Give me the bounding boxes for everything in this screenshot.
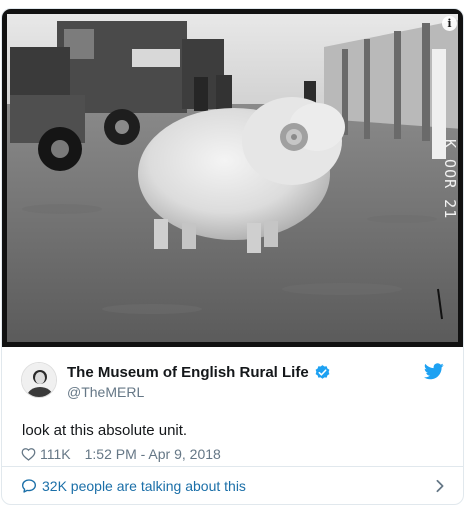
- tweet-text: look at this absolute unit.: [22, 422, 188, 439]
- like-count[interactable]: 111K: [40, 446, 71, 462]
- tweet-embed-card: i K OOR 21 The Museum of English Rural L…: [1, 8, 464, 505]
- heart-icon[interactable]: [21, 447, 36, 461]
- display-name[interactable]: The Museum of English Rural Life: [67, 364, 309, 381]
- twitter-bird-icon[interactable]: [424, 363, 444, 380]
- ram-photograph: [2, 9, 463, 347]
- tweet-photo[interactable]: i K OOR 21: [2, 9, 463, 347]
- conversation-link[interactable]: 32K people are talking about this: [2, 467, 463, 504]
- timestamp[interactable]: 1:52 PM - Apr 9, 2018: [85, 446, 221, 462]
- avatar[interactable]: [21, 362, 57, 398]
- speech-bubble-icon: [22, 479, 36, 493]
- tweet-meta: 111K 1:52 PM - Apr 9, 2018: [21, 446, 221, 462]
- name-row: The Museum of English Rural Life: [67, 364, 331, 381]
- info-icon[interactable]: i: [442, 16, 457, 31]
- negative-number-mark: K OOR 21: [441, 139, 459, 220]
- talking-count-link[interactable]: 32K people are talking about this: [42, 478, 246, 494]
- avatar-image: [22, 363, 56, 397]
- user-handle[interactable]: @TheMERL: [67, 384, 144, 400]
- chevron-right-icon[interactable]: [435, 479, 445, 493]
- verified-badge-icon: [315, 365, 330, 379]
- tweet-header: The Museum of English Rural Life @TheMER…: [21, 362, 444, 402]
